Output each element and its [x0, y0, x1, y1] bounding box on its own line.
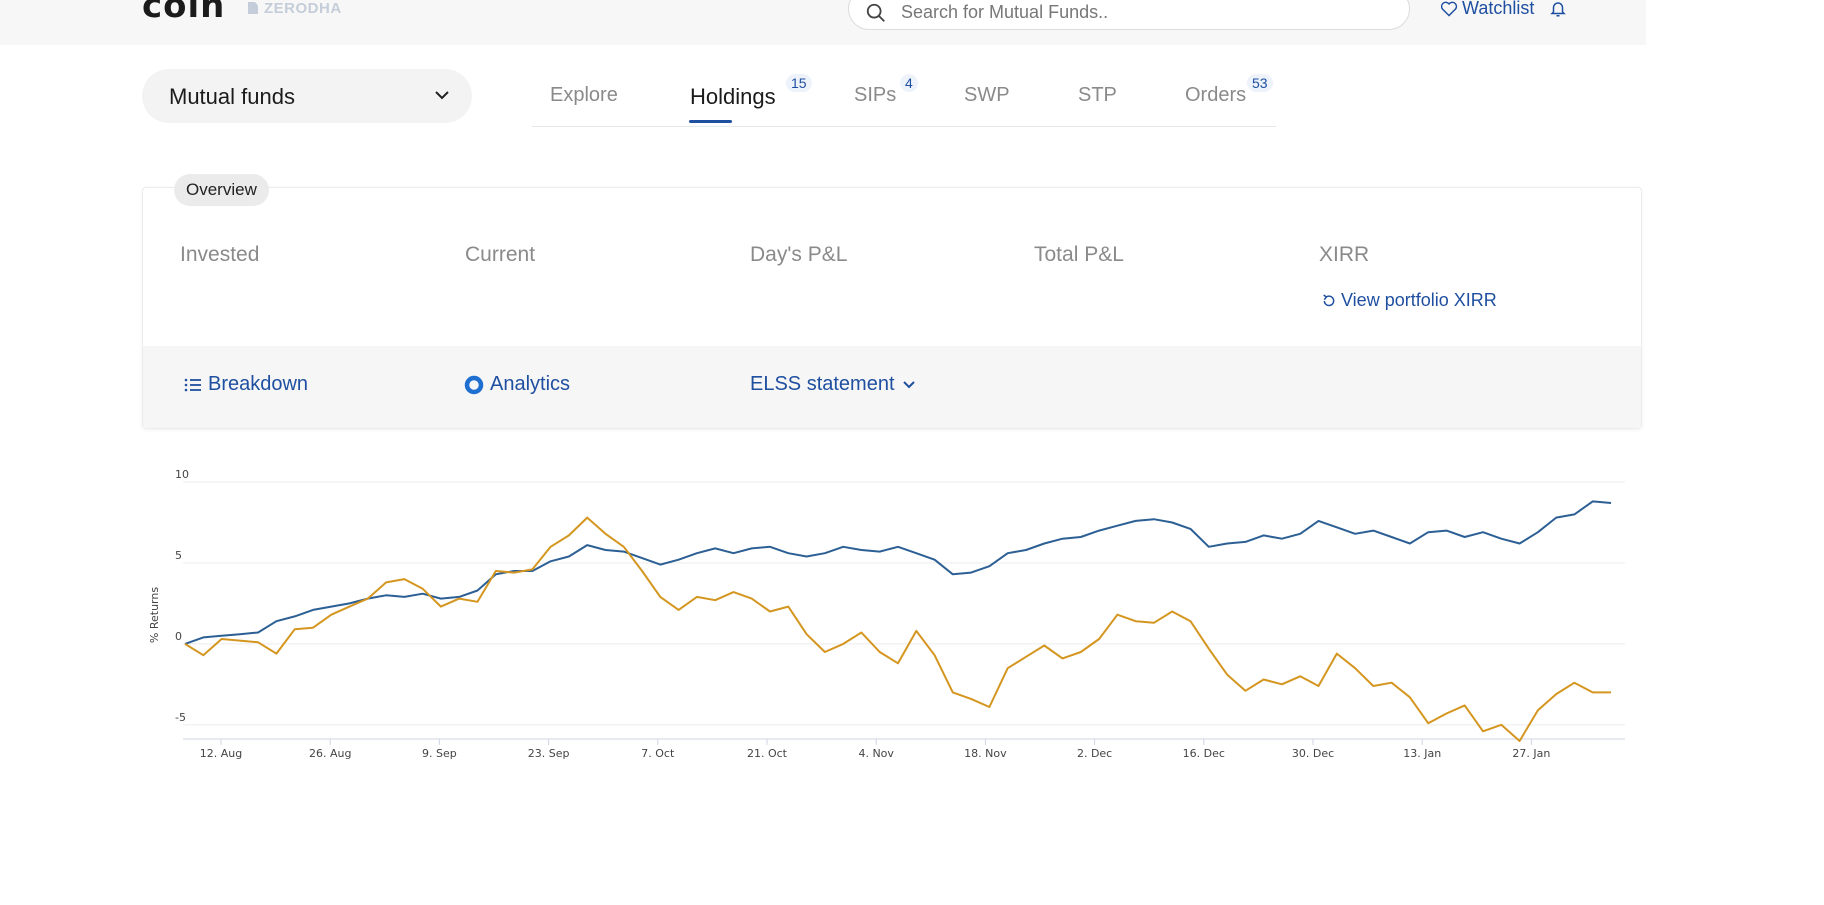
elss-label: ELSS statement	[750, 373, 895, 395]
tab-label: SIPs	[854, 84, 897, 106]
chevron-down-icon	[902, 380, 915, 388]
tab-explore[interactable]: Explore	[550, 84, 618, 107]
x-tick-label: 7. Oct	[641, 747, 675, 760]
tab-orders[interactable]: Orders 53	[1185, 74, 1273, 107]
x-tick-label: 18. Nov	[964, 747, 1007, 760]
watchlist-link[interactable]: Watchlist	[1440, 0, 1534, 19]
x-tick-label: 16. Dec	[1183, 747, 1225, 760]
brand-text: ZERODHA	[264, 0, 342, 17]
top-bar-extension	[1596, 0, 1646, 45]
product-dropdown[interactable]: Mutual funds	[142, 69, 472, 123]
stat-days-pnl: Day's P&L	[750, 243, 848, 266]
search-input[interactable]	[901, 0, 1381, 25]
tab-label: SWP	[964, 84, 1010, 106]
x-tick-label: 9. Sep	[422, 747, 457, 760]
stat-total-pnl: Total P&L	[1034, 243, 1124, 266]
y-tick-label: -5	[175, 711, 186, 724]
tab-sips[interactable]: SIPs 4	[854, 74, 918, 107]
elss-statement-dropdown[interactable]: ELSS statement	[750, 373, 917, 396]
series-line-blue	[184, 500, 1612, 645]
tab-holdings[interactable]: Holdings 15	[690, 74, 812, 110]
coin-logo[interactable]: coin	[142, 0, 225, 26]
chevron-down-icon	[435, 91, 449, 100]
tab-label: Explore	[550, 84, 618, 106]
search-icon	[866, 3, 885, 22]
analytics-donut-icon	[464, 375, 484, 394]
x-tick-label: 23. Sep	[528, 747, 570, 760]
x-tick-label: 26. Aug	[309, 747, 351, 760]
y-tick-label: 10	[175, 468, 189, 481]
analytics-button[interactable]: Analytics	[464, 373, 570, 396]
watchlist-label: Watchlist	[1462, 0, 1535, 18]
zerodha-brand: ZERODHA	[248, 0, 342, 17]
stat-xirr: XIRR	[1319, 243, 1370, 266]
x-tick-label: 21. Oct	[747, 747, 788, 760]
tab-label: Orders	[1185, 84, 1247, 106]
dropdown-selected: Mutual funds	[169, 84, 295, 109]
analytics-label: Analytics	[490, 373, 571, 395]
x-tick-label: 27. Jan	[1512, 747, 1550, 760]
y-axis-label: % Returns	[148, 587, 161, 643]
tab-label: STP	[1078, 84, 1117, 106]
logo-text: coin	[142, 0, 226, 26]
breakdown-label: Breakdown	[208, 373, 309, 395]
breakdown-button[interactable]: Breakdown	[184, 373, 308, 396]
x-tick-label: 12. Aug	[200, 747, 242, 760]
stat-invested: Invested	[180, 243, 260, 266]
overview-label: Overview	[174, 174, 269, 206]
x-tick-label: 4. Nov	[858, 747, 894, 760]
orders-count-badge: 53	[1247, 74, 1273, 92]
returns-line-chart: 10 5 0 -5 12. Aug 26. Aug 9. Sep 23. Sep 7. Oct 2…	[148, 468, 1625, 760]
heart-icon	[1440, 1, 1458, 17]
tab-stp[interactable]: STP	[1078, 84, 1117, 107]
stat-current: Current	[465, 243, 536, 266]
x-tick-label: 30. Dec	[1292, 747, 1334, 760]
search-box[interactable]	[848, 0, 1410, 30]
view-portfolio-xirr-link[interactable]: View portfolio XIRR	[1321, 290, 1497, 311]
notifications-button[interactable]	[1549, 0, 1567, 23]
bell-icon	[1550, 2, 1566, 17]
tab-swp[interactable]: SWP	[964, 84, 1010, 107]
tabs: Explore Holdings 15 SIPs 4 SWP STP Orders 5…	[532, 70, 1276, 127]
active-tab-underline	[689, 120, 732, 123]
series-line-gold	[184, 516, 1611, 742]
refresh-icon	[1323, 293, 1335, 306]
holdings-count-badge: 15	[786, 74, 812, 92]
x-tick-label: 13. Jan	[1403, 747, 1441, 760]
x-tick-label: 2. Dec	[1077, 747, 1112, 760]
zerodha-icon	[248, 2, 258, 14]
sips-count-badge: 4	[900, 74, 918, 92]
list-icon	[184, 378, 201, 391]
xirr-link-label: View portfolio XIRR	[1341, 290, 1497, 310]
y-tick-label: 5	[175, 549, 182, 562]
y-tick-label: 0	[175, 630, 182, 643]
tab-label: Holdings	[690, 84, 776, 109]
